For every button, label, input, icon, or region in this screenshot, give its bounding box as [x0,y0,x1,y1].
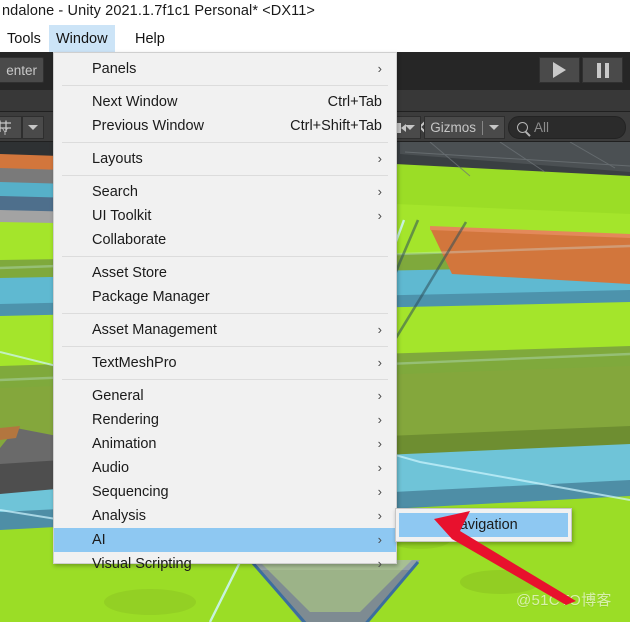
pivot-center-label: enter [6,62,37,78]
menu-item-label: UI Toolkit [92,208,152,224]
menu-item-label: TextMeshPro [92,355,177,371]
chevron-right-icon: › [377,354,382,370]
chevron-right-icon: › [377,435,382,451]
menu-item-label: Visual Scripting [92,556,192,572]
divider [482,120,483,135]
pivot-center-button[interactable]: enter [0,57,44,83]
play-icon [553,62,566,78]
chevron-down-icon [28,125,38,130]
gizmos-label: Gizmos [430,120,476,135]
menu-item-label: Collaborate [92,232,167,248]
menu-item-label: Analysis [92,508,146,524]
chevron-down-icon [404,125,415,130]
chevron-right-icon: › [377,321,382,337]
chevron-right-icon: › [377,411,382,427]
chevron-right-icon: › [377,183,382,199]
menu-item-next-window[interactable]: Next Window Ctrl+Tab [54,90,396,114]
menu-item-label: AI [92,532,106,548]
menu-item-sequencing[interactable]: Sequencing › [54,480,396,504]
menu-separator [62,142,388,143]
scene-search-placeholder: All [534,120,550,135]
menu-item-asset-management[interactable]: Asset Management › [54,318,396,342]
menu-item-label: Search [92,184,138,200]
menu-separator [62,256,388,257]
pause-icon [596,62,609,78]
chevron-right-icon: › [377,150,382,166]
chevron-right-icon: › [377,387,382,403]
menu-separator [62,346,388,347]
grid-snap-button[interactable]: Y [0,116,22,139]
menu-item-label: Previous Window [92,118,205,134]
menu-item-rendering[interactable]: Rendering › [54,408,396,432]
menu-item-ui-toolkit[interactable]: UI Toolkit › [54,204,396,228]
svg-text:Y: Y [2,127,8,136]
chevron-right-icon: › [377,60,382,76]
scene-search-input[interactable]: All [508,116,626,139]
menu-item-analysis[interactable]: Analysis › [54,504,396,528]
menu-item-search[interactable]: Search › [54,180,396,204]
gizmos-dropdown[interactable]: Gizmos [424,116,505,139]
chevron-right-icon: › [377,507,382,523]
menu-item-shortcut: Ctrl+Shift+Tab [290,118,382,134]
menu-item-general[interactable]: General › [54,384,396,408]
menu-item-label: Panels [92,61,137,77]
menu-item-package-manager[interactable]: Package Manager [54,285,396,309]
chevron-right-icon: › [377,459,382,475]
menu-separator [62,85,388,86]
application-menubar: Tools Window Help [0,25,630,52]
chevron-right-icon: › [377,207,382,223]
chevron-right-icon: › [377,555,382,571]
scene-toolbar-left-group: Y [0,116,44,139]
menu-item-label: Rendering [92,412,159,428]
chevron-down-icon [489,125,499,130]
chevron-right-icon: › [377,531,382,547]
menu-separator [62,379,388,380]
menubar-item-tools-label: Tools [7,30,41,47]
menubar-item-help[interactable]: Help [128,25,172,52]
menubar-item-window[interactable]: Window [49,25,115,52]
chevron-right-icon: › [377,483,382,499]
window-titlebar: ndalone - Unity 2021.1.7f1c1 Personal* <… [0,0,630,25]
window-dropdown-menu[interactable]: Panels › Next Window Ctrl+Tab Previous Windo… [53,52,397,572]
menubar-item-tools[interactable]: Tools [0,25,48,52]
menu-item-label: Asset Store [92,265,167,281]
playmode-controls [539,57,623,83]
grid-snap-icon: Y [0,120,16,136]
menu-item-label: Animation [92,436,157,452]
menu-item-previous-window[interactable]: Previous Window Ctrl+Shift+Tab [54,114,396,138]
play-button[interactable] [539,57,580,83]
menu-item-panels[interactable]: Panels › [54,57,396,81]
menu-item-visual-scripting[interactable]: Visual Scripting › [54,552,396,576]
grid-snap-dropdown[interactable] [22,116,44,139]
menu-separator [62,175,388,176]
menu-item-collaborate[interactable]: Collaborate [54,228,396,252]
menu-item-label: Sequencing [92,484,169,500]
pause-button[interactable] [582,57,623,83]
menu-item-audio[interactable]: Audio › [54,456,396,480]
menu-item-animation[interactable]: Animation › [54,432,396,456]
red-pointer-arrow [430,505,590,610]
menu-item-label: Asset Management [92,322,217,338]
menu-item-textmeshpro[interactable]: TextMeshPro › [54,351,396,375]
menu-item-asset-store[interactable]: Asset Store [54,261,396,285]
menu-item-label: General [92,388,144,404]
search-icon [517,122,528,133]
scene-toolbar-right-group: Gizmos All [381,116,626,139]
menubar-item-window-label: Window [56,30,108,47]
menubar-item-help-label: Help [135,30,165,47]
window-title: ndalone - Unity 2021.1.7f1c1 Personal* <… [2,3,315,19]
menu-item-label: Package Manager [92,289,210,305]
menu-separator [62,313,388,314]
menu-item-layouts[interactable]: Layouts › [54,147,396,171]
menu-item-label: Layouts [92,151,143,167]
menu-item-shortcut: Ctrl+Tab [327,94,382,110]
unity-editor-screenshot: enter Y Gizmos All ndalone - Unity 2021.… [0,0,630,622]
menu-item-label: Next Window [92,94,178,110]
menu-item-label: Audio [92,460,130,476]
menu-item-ai[interactable]: AI › [54,528,396,552]
